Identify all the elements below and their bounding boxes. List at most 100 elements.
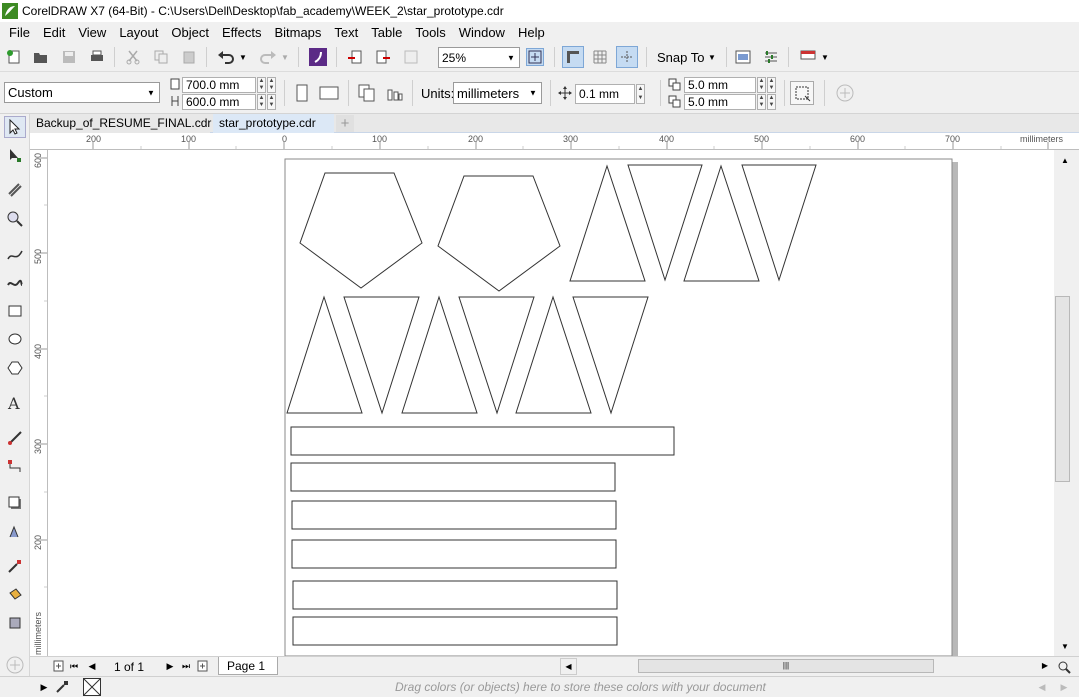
- vertical-scrollbar[interactable]: ▲ ▼: [1054, 150, 1079, 656]
- export-icon[interactable]: [374, 48, 392, 66]
- snap-to-label[interactable]: Snap To: [657, 50, 704, 65]
- palette-scroll-left-icon[interactable]: ◀: [1036, 680, 1048, 694]
- show-grid-icon[interactable]: [590, 48, 610, 66]
- add-page-after-icon[interactable]: [196, 659, 210, 673]
- scroll-right-icon[interactable]: ▶: [1038, 658, 1052, 675]
- smart-fill-tool-icon[interactable]: [4, 612, 26, 634]
- save-icon[interactable]: [60, 48, 78, 66]
- page-height-lock[interactable]: ▲ ▼: [267, 94, 276, 110]
- zoom-level-combo[interactable]: 25% ▼: [438, 47, 520, 68]
- full-screen-preview-icon[interactable]: [526, 48, 544, 66]
- menu-text[interactable]: Text: [328, 25, 365, 40]
- scroll-up-icon[interactable]: ▲: [1058, 154, 1072, 166]
- page-width-spinner[interactable]: ▲ ▼: [257, 77, 266, 93]
- menu-edit[interactable]: Edit: [37, 25, 72, 40]
- page-preset-combo[interactable]: Custom ▼: [4, 82, 160, 103]
- previous-page-icon[interactable]: ◀: [86, 660, 98, 672]
- menu-view[interactable]: View: [72, 25, 113, 40]
- portrait-icon[interactable]: [292, 82, 312, 104]
- color-eyedropper-tool-icon[interactable]: [4, 555, 26, 577]
- launcher-dropdown-icon[interactable]: ▼: [820, 50, 830, 64]
- zoom-tool-icon[interactable]: [4, 208, 26, 230]
- page-width-field[interactable]: 700.0 mm: [182, 77, 256, 93]
- paste-icon[interactable]: [180, 48, 198, 66]
- page-width-lock[interactable]: ▲ ▼: [267, 77, 276, 93]
- duplicate-x-field[interactable]: 5.0 mm: [684, 77, 756, 93]
- duplicate-x-spinner[interactable]: ▲ ▼: [757, 77, 766, 93]
- show-guidelines-icon[interactable]: [616, 46, 638, 68]
- zoom-navigator-icon[interactable]: [1056, 659, 1072, 675]
- snap-to-dropdown-icon[interactable]: ▼: [707, 50, 717, 64]
- open-icon[interactable]: [32, 48, 50, 66]
- no-color-swatch[interactable]: [83, 678, 101, 696]
- new-tab-icon[interactable]: +: [336, 115, 354, 132]
- tab-star-prototype[interactable]: star_prototype.cdr: [213, 114, 334, 133]
- parallel-dimension-tool-icon[interactable]: [4, 427, 26, 449]
- drawing-canvas[interactable]: [48, 150, 1054, 656]
- drop-shadow-tool-icon[interactable]: [4, 492, 26, 514]
- palette-expand-icon[interactable]: ▶: [38, 680, 50, 694]
- add-icon[interactable]: [834, 82, 856, 104]
- scroll-down-icon[interactable]: ▼: [1058, 640, 1072, 652]
- treat-as-filled-icon[interactable]: [790, 81, 814, 105]
- palette-eyedropper-icon[interactable]: [54, 679, 70, 695]
- connector-tool-icon[interactable]: [4, 456, 26, 478]
- vertical-ruler[interactable]: 600 500 400 300 200 millimeters: [30, 150, 48, 656]
- pick-tool-icon[interactable]: [4, 116, 26, 138]
- cut-icon[interactable]: [124, 48, 142, 66]
- menu-effects[interactable]: Effects: [216, 25, 269, 40]
- polygon-tool-icon[interactable]: [4, 357, 26, 379]
- freehand-tool-icon[interactable]: [4, 244, 26, 266]
- palette-scroll-right-icon[interactable]: ▶: [1058, 680, 1070, 694]
- undo-icon[interactable]: [216, 48, 236, 66]
- menu-table[interactable]: Table: [365, 25, 409, 40]
- interactive-fill-tool-icon[interactable]: [4, 584, 26, 606]
- tab-backup-resume[interactable]: Backup_of_RESUME_FINAL.cdr: [30, 114, 211, 133]
- page-tab[interactable]: Page 1: [218, 657, 278, 675]
- menu-window[interactable]: Window: [453, 25, 512, 40]
- add-page-before-icon[interactable]: [52, 659, 66, 673]
- duplicate-y-field[interactable]: 5.0 mm: [684, 94, 756, 110]
- last-page-icon[interactable]: ⏭: [180, 660, 192, 672]
- publish-pdf-icon[interactable]: [402, 48, 420, 66]
- text-tool-icon[interactable]: A: [4, 392, 26, 414]
- menu-file[interactable]: File: [3, 25, 37, 40]
- landscape-icon[interactable]: [318, 82, 340, 104]
- menu-object[interactable]: Object: [165, 25, 216, 40]
- show-rulers-icon[interactable]: [562, 46, 584, 68]
- search-content-icon[interactable]: [308, 47, 328, 67]
- units-combo[interactable]: millimeters ▼: [453, 82, 542, 104]
- all-pages-icon[interactable]: [356, 82, 378, 104]
- page-height-spinner[interactable]: ▲ ▼: [257, 94, 266, 110]
- copy-icon[interactable]: [152, 48, 170, 66]
- menu-layout[interactable]: Layout: [113, 25, 165, 40]
- add-tool-icon[interactable]: [4, 654, 26, 676]
- options-icon[interactable]: [762, 48, 780, 66]
- duplicate-x-lock[interactable]: ▲ ▼: [767, 77, 776, 93]
- current-page-icon[interactable]: [384, 82, 406, 104]
- new-document-icon[interactable]: [5, 48, 23, 66]
- horizontal-scroll-thumb[interactable]: |||: [638, 659, 934, 673]
- redo-icon[interactable]: [258, 48, 278, 66]
- ellipse-tool-icon[interactable]: [4, 328, 26, 350]
- undo-dropdown-icon[interactable]: ▼: [238, 50, 248, 64]
- next-page-icon[interactable]: ▶: [164, 660, 176, 672]
- nudge-distance-field[interactable]: 0.1 mm: [575, 84, 635, 104]
- print-icon[interactable]: [88, 48, 106, 66]
- crop-tool-icon[interactable]: [4, 179, 26, 201]
- shape-tool-icon[interactable]: [4, 144, 26, 166]
- artistic-media-tool-icon[interactable]: [4, 272, 26, 294]
- horizontal-ruler[interactable]: 200 100 0 100 200 300 400 500 600 700 mi…: [30, 133, 1079, 150]
- transparency-tool-icon[interactable]: [4, 520, 26, 542]
- welcome-screen-icon[interactable]: [734, 48, 752, 66]
- first-page-icon[interactable]: ⏮: [68, 660, 80, 672]
- redo-dropdown-icon[interactable]: ▼: [280, 50, 290, 64]
- menu-tools[interactable]: Tools: [409, 25, 452, 40]
- scroll-left-icon[interactable]: ◀: [560, 658, 577, 675]
- page-height-field[interactable]: 600.0 mm: [182, 94, 256, 110]
- application-launcher-icon[interactable]: [798, 48, 818, 66]
- nudge-distance-spinner[interactable]: ▲ ▼: [636, 84, 645, 104]
- import-icon[interactable]: [346, 48, 364, 66]
- vertical-scroll-thumb[interactable]: [1055, 296, 1070, 482]
- menu-help[interactable]: Help: [512, 25, 552, 40]
